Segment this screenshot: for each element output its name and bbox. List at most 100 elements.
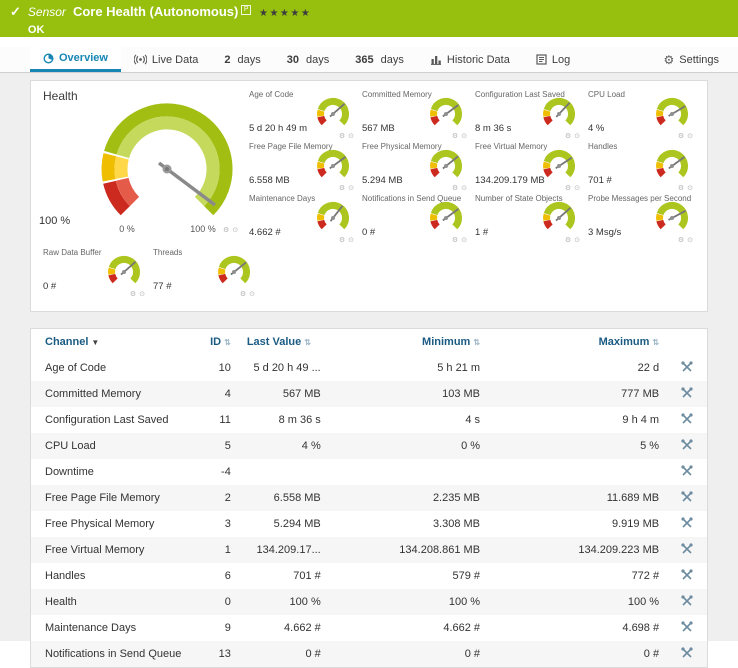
pin-icon[interactable]: ⊙ <box>687 133 693 140</box>
gauge-tile[interactable]: Committed Memory567 MB⚙⊙ <box>362 89 475 141</box>
gauge-tile[interactable]: CPU Load4 %⚙⊙ <box>588 89 701 141</box>
gear-icon[interactable]: ⚙ <box>565 133 571 140</box>
gauge-tile[interactable]: Maintenance Days4.662 #⚙⊙ <box>249 193 362 245</box>
gear-icon[interactable]: ⚙ <box>678 185 684 192</box>
tab-live-data[interactable]: Live Data <box>121 47 211 72</box>
pin-icon[interactable]: ⊙ <box>574 185 580 192</box>
health-gauge[interactable]: 0 %100 % <box>77 91 257 241</box>
cell-settings[interactable] <box>667 641 707 667</box>
pin-icon[interactable]: ⊙ <box>574 133 580 140</box>
pin-icon[interactable]: ⊙ <box>461 237 467 244</box>
gear-icon[interactable]: ⚙ <box>339 237 345 244</box>
gauge-tile[interactable]: Number of State Objects1 #⚙⊙ <box>475 193 588 245</box>
tab-log[interactable]: Log <box>523 47 583 72</box>
cell-settings[interactable] <box>667 355 707 381</box>
gauge-tile[interactable]: Free Physical Memory5.294 MB⚙⊙ <box>362 141 475 193</box>
gauge-tile[interactable]: Configuration Last Saved8 m 36 s⚙⊙ <box>475 89 588 141</box>
pin-icon[interactable]: ⊙ <box>348 185 354 192</box>
sort-icon[interactable]: ⇅ <box>652 338 659 347</box>
cell-settings[interactable] <box>667 433 707 459</box>
tab-settings[interactable]: ⚙Settings <box>650 47 732 72</box>
cell-channel[interactable]: Notifications in Send Queue <box>31 641 191 667</box>
gauge-tile[interactable]: Handles701 #⚙⊙ <box>588 141 701 193</box>
column-header-minimum[interactable]: Minimum⇅ <box>329 329 488 355</box>
gear-icon[interactable]: ⚙ <box>339 133 345 140</box>
pin-icon[interactable]: ⊙ <box>348 133 354 140</box>
pin-icon[interactable]: ⊙ <box>461 185 467 192</box>
channel-settings-icon[interactable] <box>681 413 693 425</box>
sort-icon[interactable]: ⇅ <box>224 338 231 347</box>
channel-settings-icon[interactable] <box>681 465 693 477</box>
cell-channel[interactable]: Downtime <box>31 459 191 485</box>
cell-channel[interactable]: Maintenance Days <box>31 615 191 641</box>
channel-settings-icon[interactable] <box>681 439 693 451</box>
cell-channel[interactable]: Free Physical Memory <box>31 511 191 537</box>
gear-icon[interactable]: ⚙ <box>240 291 246 298</box>
pin-icon[interactable]: ⊙ <box>348 237 354 244</box>
channel-settings-icon[interactable] <box>681 543 693 555</box>
gear-icon[interactable]: ⚙ <box>339 185 345 192</box>
gauge-tile[interactable]: Free Page File Memory6.558 MB⚙⊙ <box>249 141 362 193</box>
gauge-tile[interactable]: Notifications in Send Queue0 #⚙⊙ <box>362 193 475 245</box>
column-header-id[interactable]: ID⇅ <box>191 329 239 355</box>
tab-2-days[interactable]: 2days <box>211 47 273 72</box>
channel-settings-icon[interactable] <box>681 517 693 529</box>
sort-icon[interactable]: ⇅ <box>304 338 311 347</box>
gauge-tile[interactable]: Age of Code5 d 20 h 49 m⚙⊙ <box>249 89 362 141</box>
channel-settings-icon[interactable] <box>681 569 693 581</box>
pin-icon[interactable]: ⊙ <box>249 291 255 298</box>
gauge-tile[interactable]: Threads77 #⚙⊙ <box>153 247 263 299</box>
pin-icon[interactable]: ⊙ <box>461 133 467 140</box>
gauge-tile[interactable]: Raw Data Buffer0 #⚙⊙ <box>43 247 153 299</box>
pin-icon[interactable]: ⊙ <box>232 227 238 234</box>
pin-icon[interactable]: ⊙ <box>687 185 693 192</box>
cell-channel[interactable]: Committed Memory <box>31 381 191 407</box>
cell-settings[interactable] <box>667 407 707 433</box>
cell-channel[interactable]: Free Page File Memory <box>31 485 191 511</box>
column-header-maximum[interactable]: Maximum⇅ <box>488 329 667 355</box>
gauge-tile[interactable]: Probe Messages per Second3 Msg/s⚙⊙ <box>588 193 701 245</box>
gear-icon[interactable]: ⚙ <box>565 237 571 244</box>
pin-icon[interactable]: ⊙ <box>687 237 693 244</box>
gear-icon[interactable]: ⚙ <box>678 237 684 244</box>
column-header-actions[interactable] <box>667 329 707 355</box>
channel-settings-icon[interactable] <box>681 595 693 607</box>
cell-channel[interactable]: CPU Load <box>31 433 191 459</box>
gear-icon[interactable]: ⚙ <box>452 237 458 244</box>
cell-settings[interactable] <box>667 485 707 511</box>
pin-icon[interactable]: ⊙ <box>574 237 580 244</box>
cell-settings[interactable] <box>667 615 707 641</box>
pin-icon[interactable]: ⊙ <box>139 291 145 298</box>
cell-settings[interactable] <box>667 381 707 407</box>
column-header-last-value[interactable]: Last Value⇅ <box>239 329 329 355</box>
tab-overview[interactable]: Overview <box>30 47 121 72</box>
tab-30-days[interactable]: 30days <box>274 47 343 72</box>
gear-icon[interactable]: ⚙ <box>565 185 571 192</box>
gear-icon[interactable]: ⚙ <box>452 185 458 192</box>
cell-channel[interactable]: Free Virtual Memory <box>31 537 191 563</box>
cell-channel[interactable]: Handles <box>31 563 191 589</box>
cell-channel[interactable]: Health <box>31 589 191 615</box>
sort-icon[interactable]: ⇅ <box>473 338 480 347</box>
channel-settings-icon[interactable] <box>681 361 693 373</box>
tab-historic-data[interactable]: Historic Data <box>417 47 523 72</box>
cell-channel[interactable]: Age of Code <box>31 355 191 381</box>
sort-icon[interactable]: ▼ <box>91 338 99 347</box>
gear-icon[interactable]: ⚙ <box>223 227 229 234</box>
cell-settings[interactable] <box>667 511 707 537</box>
priority-stars[interactable]: ★★★★★ <box>259 7 311 20</box>
cell-channel[interactable]: Configuration Last Saved <box>31 407 191 433</box>
channel-settings-icon[interactable] <box>681 387 693 399</box>
channel-settings-icon[interactable] <box>681 647 693 659</box>
tab-365-days[interactable]: 365days <box>342 47 417 72</box>
cell-settings[interactable] <box>667 459 707 485</box>
cell-settings[interactable] <box>667 563 707 589</box>
channel-settings-icon[interactable] <box>681 491 693 503</box>
cell-settings[interactable] <box>667 537 707 563</box>
column-header-channel[interactable]: Channel▼ <box>31 329 191 355</box>
gear-icon[interactable]: ⚙ <box>678 133 684 140</box>
channel-settings-icon[interactable] <box>681 621 693 633</box>
gear-icon[interactable]: ⚙ <box>130 291 136 298</box>
gauge-tile[interactable]: Free Virtual Memory134.209.179 MB⚙⊙ <box>475 141 588 193</box>
gear-icon[interactable]: ⚙ <box>452 133 458 140</box>
